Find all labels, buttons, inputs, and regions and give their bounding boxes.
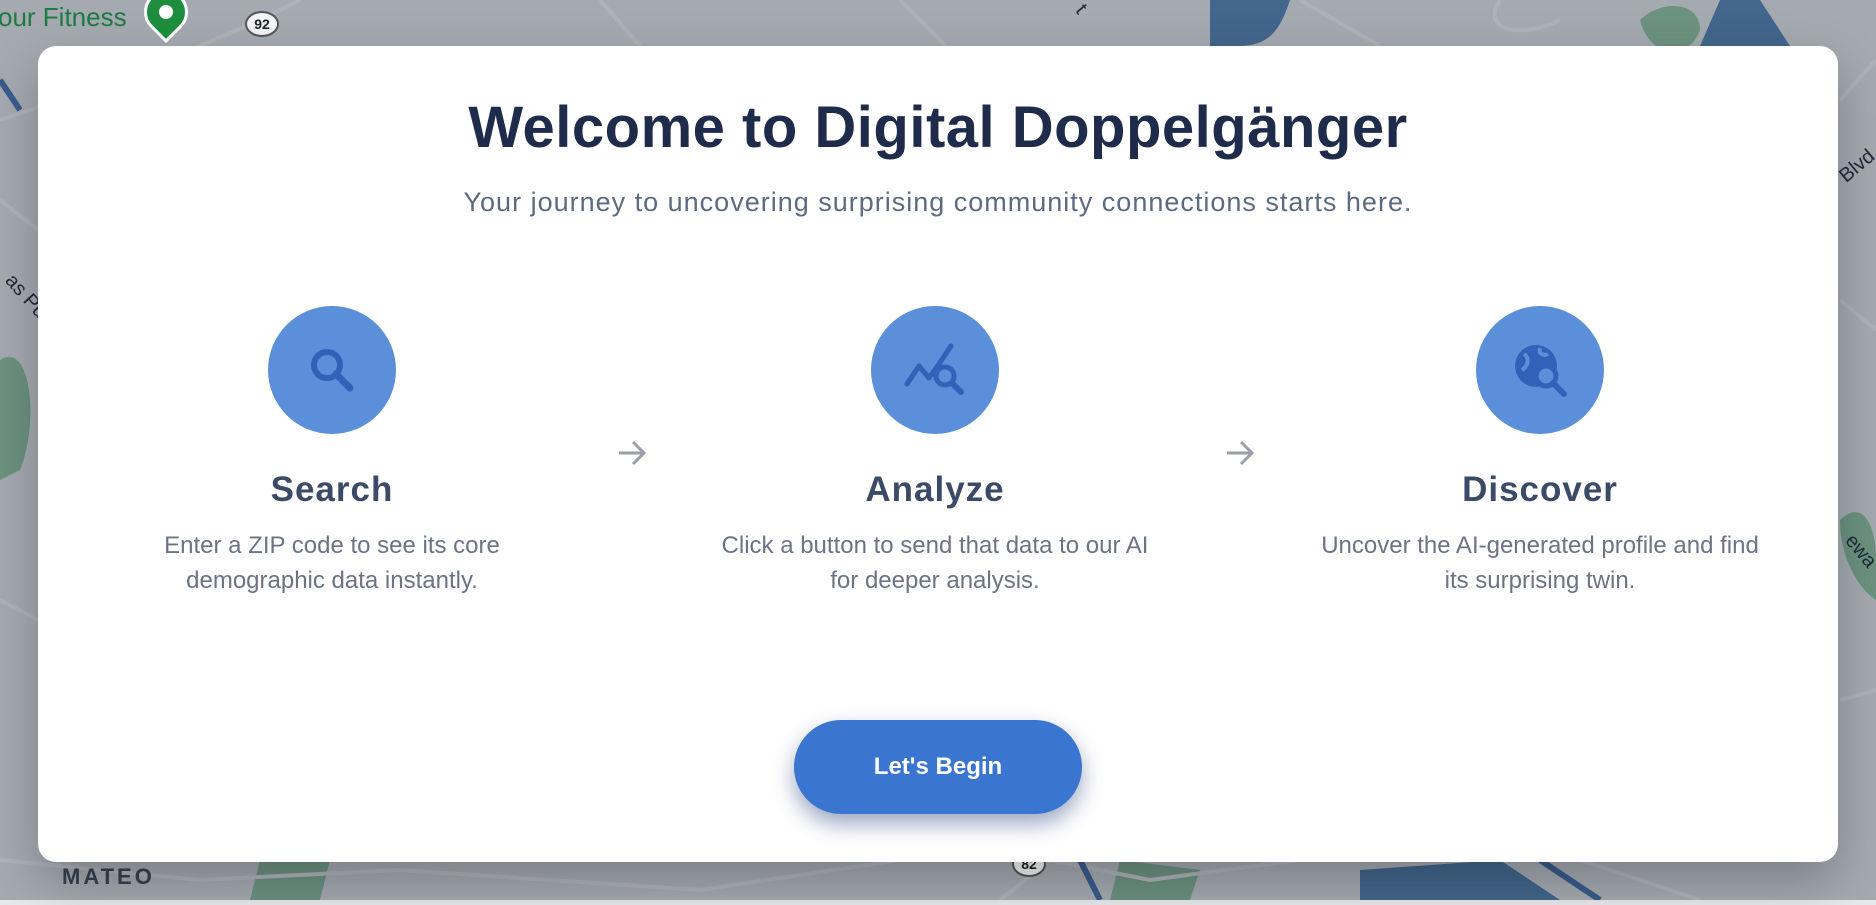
step-discover-title: Discover [1462, 470, 1618, 509]
chart-search-icon [904, 343, 964, 395]
arrow-right-icon [612, 433, 652, 473]
step-analyze-circle [871, 306, 999, 434]
step-search: Search Enter a ZIP code to see its core … [102, 306, 562, 598]
step-analyze-description: Click a button to send that data to our … [721, 532, 1149, 594]
step-search-title: Search [270, 470, 394, 509]
search-icon [311, 349, 354, 392]
step-search-circle [268, 306, 396, 434]
step-discover-description: Uncover the AI-generated profile and fin… [1321, 532, 1759, 594]
arrow-right-icon [1220, 433, 1260, 473]
step-search-description: Enter a ZIP code to see its core demogra… [164, 532, 500, 594]
map-label-fitness[interactable]: our Fitness [0, 2, 127, 33]
step-analyze: Analyze Click a button to send that data… [705, 306, 1165, 598]
modal-subtitle: Your journey to uncovering surprising co… [463, 187, 1413, 217]
lets-begin-button[interactable]: Let's Begin [794, 720, 1082, 814]
route-shield-92: 92 [245, 11, 279, 37]
step-discover: Discover Uncover the AI-generated profil… [1310, 306, 1770, 598]
modal-title: Welcome to Digital Doppelgänger [468, 95, 1408, 160]
step-discover-circle [1476, 306, 1604, 434]
map-label-mateo: MATEO [62, 864, 155, 889]
step-analyze-title: Analyze [865, 470, 1005, 509]
welcome-modal: Welcome to Digital Doppelgänger Your jou… [38, 46, 1838, 862]
globe-search-icon [1515, 345, 1567, 397]
